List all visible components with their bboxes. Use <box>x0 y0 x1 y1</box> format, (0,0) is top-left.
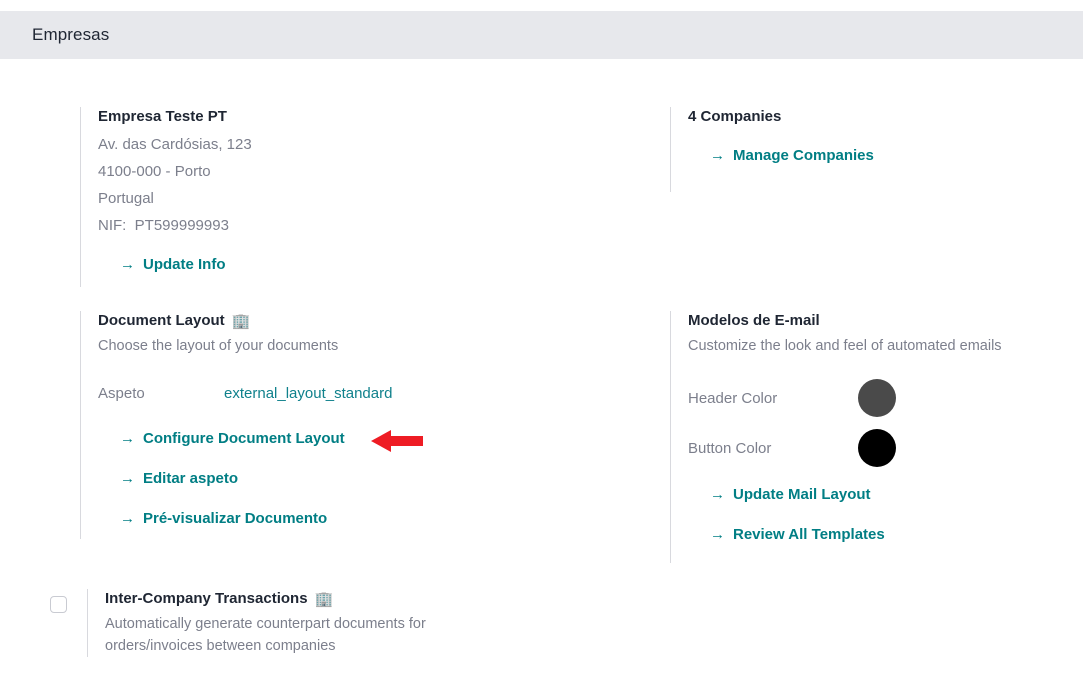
arrow-right-icon: → <box>120 470 135 487</box>
inter-company-transactions-checkbox[interactable] <box>50 596 67 613</box>
building-icon: 🏢 <box>314 590 334 608</box>
company-info-block: Empresa Teste PT Av. das Cardósias, 123 … <box>80 107 600 287</box>
aspeto-label: Aspeto <box>98 385 145 402</box>
pre-visualizar-documento-label: Pré-visualizar Documento <box>143 510 328 527</box>
review-all-templates-link[interactable]: → Review All Templates <box>688 521 1083 549</box>
arrow-right-icon: → <box>710 486 725 503</box>
building-icon: 🏢 <box>231 312 251 330</box>
pre-visualizar-documento-link[interactable]: → Pré-visualizar Documento <box>98 505 640 533</box>
review-all-templates-label: Review All Templates <box>733 526 885 543</box>
manage-companies-link[interactable]: → Manage Companies <box>688 142 1070 170</box>
update-mail-layout-label: Update Mail Layout <box>733 486 871 503</box>
email-templates-block: Modelos de E-mail Customize the look and… <box>670 311 1083 563</box>
inter-company-description-line-1: Automatically generate counterpart docum… <box>105 616 426 632</box>
companies-block: 4 Companies → Manage Companies <box>670 107 1070 192</box>
header-color-swatch[interactable] <box>858 379 896 417</box>
page-title: Empresas <box>32 25 110 44</box>
companies-count: 4 Companies <box>688 108 782 125</box>
button-color-row: Button Color <box>688 423 1083 473</box>
header-color-label: Header Color <box>688 389 778 407</box>
inter-company-transactions-title: Inter-Company Transactions 🏢 <box>105 590 334 608</box>
page-header: Empresas <box>0 11 1083 59</box>
configure-document-layout-label: Configure Document Layout <box>143 430 345 447</box>
inter-company-transactions-block: Inter-Company Transactions 🏢 Automatical… <box>50 589 610 657</box>
arrow-right-icon: → <box>120 430 135 447</box>
arrow-right-icon: → <box>710 147 725 164</box>
arrow-right-icon: → <box>120 510 135 527</box>
update-mail-layout-link[interactable]: → Update Mail Layout <box>688 481 1083 509</box>
inter-company-description-line-2: orders/invoices between companies <box>105 638 336 654</box>
inter-company-transactions-text: Inter-Company Transactions 🏢 Automatical… <box>87 589 557 657</box>
document-layout-subtitle: Choose the layout of your documents <box>98 338 339 354</box>
editar-aspeto-label: Editar aspeto <box>143 470 239 487</box>
editar-aspeto-link[interactable]: → Editar aspeto <box>98 465 640 493</box>
company-address-line-1: Av. das Cardósias, 123 <box>98 136 252 153</box>
company-address-line-2: 4100-000 - Porto <box>98 163 211 180</box>
update-info-label: Update Info <box>143 256 226 273</box>
email-templates-title: Modelos de E-mail <box>688 312 820 329</box>
company-address-line-3: Portugal <box>98 190 154 207</box>
email-templates-subtitle: Customize the look and feel of automated… <box>688 338 1002 354</box>
arrow-right-icon: → <box>710 526 725 543</box>
aspeto-field-row: Aspeto external_layout_standard <box>98 379 640 409</box>
update-info-link[interactable]: → Update Info <box>98 251 600 279</box>
manage-companies-label: Manage Companies <box>733 147 874 164</box>
button-color-label: Button Color <box>688 439 772 457</box>
aspeto-value[interactable]: external_layout_standard <box>224 379 392 409</box>
company-name: Empresa Teste PT <box>98 108 227 125</box>
document-layout-title: Document Layout 🏢 <box>98 312 251 330</box>
settings-content: Empresa Teste PT Av. das Cardósias, 123 … <box>0 59 1083 679</box>
header-color-row: Header Color <box>688 373 1083 423</box>
button-color-swatch[interactable] <box>858 429 896 467</box>
company-vat-number: NIF: PT599999993 <box>98 217 229 234</box>
configure-document-layout-link[interactable]: → Configure Document Layout <box>98 425 640 453</box>
document-layout-block: Document Layout 🏢 Choose the layout of y… <box>80 311 640 539</box>
arrow-right-icon: → <box>120 256 135 273</box>
